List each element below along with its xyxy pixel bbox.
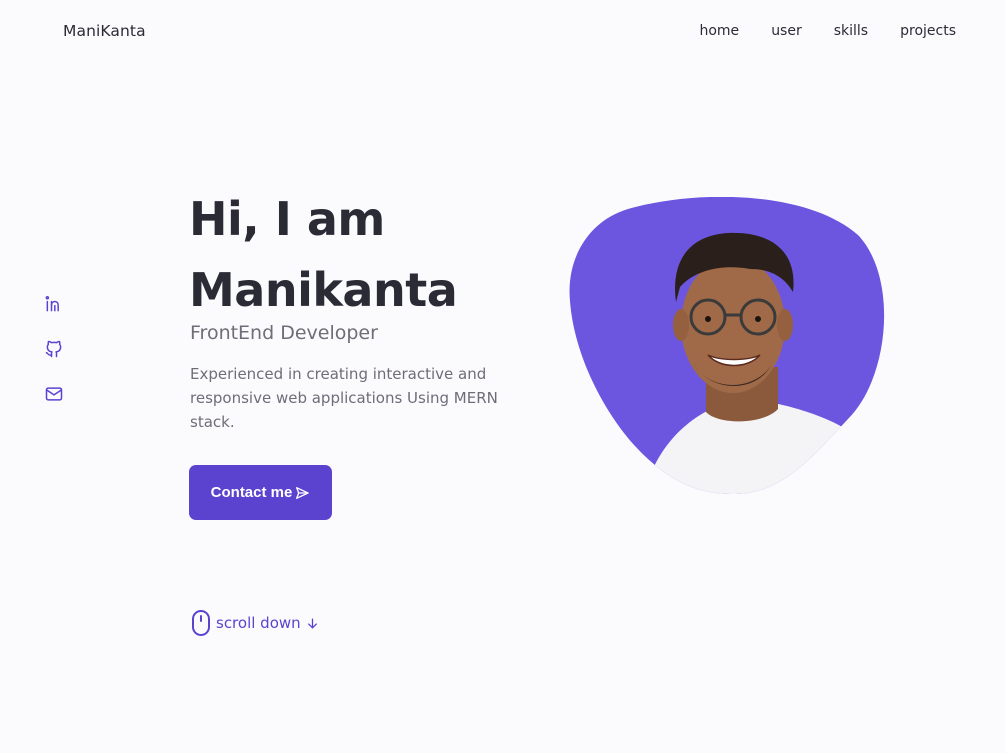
main-nav: home user skills projects: [699, 23, 956, 39]
profile-image: [569, 196, 885, 495]
nav-projects[interactable]: projects: [900, 23, 956, 39]
hero-title-line2: Manikanta: [189, 263, 458, 317]
nav-skills[interactable]: skills: [834, 23, 868, 39]
contact-button-label: Contact me: [210, 484, 293, 501]
profile-blob: [568, 196, 888, 497]
github-icon: [45, 340, 62, 358]
social-links: [43, 293, 65, 405]
hero-title-line1: Hi, I am: [189, 192, 385, 246]
send-icon: [296, 486, 310, 499]
nav-user[interactable]: user: [771, 23, 802, 39]
scroll-down-label: scroll down: [216, 614, 301, 632]
contact-button[interactable]: Contact me: [189, 465, 332, 520]
linkedin-link[interactable]: [43, 293, 65, 315]
hero-description: Experienced in creating interactive and …: [190, 365, 498, 431]
hero-subtitle: FrontEnd Developer: [190, 322, 378, 344]
github-link[interactable]: [43, 338, 65, 360]
hero-title: Hi, I am Manikanta: [189, 184, 458, 326]
site-logo[interactable]: ManiKanta: [63, 22, 146, 40]
portfolio-page: ManiKanta home user skills projects Hi, …: [0, 0, 1005, 753]
arrow-down-icon: [307, 618, 317, 628]
linkedin-icon: [45, 295, 59, 312]
mouse-icon: [192, 610, 210, 636]
mail-icon: [45, 387, 63, 401]
nav-home[interactable]: home: [699, 23, 739, 39]
scroll-down-link[interactable]: scroll down: [191, 609, 319, 637]
mail-link[interactable]: [43, 383, 65, 405]
site-header: ManiKanta home user skills projects: [0, 0, 1005, 62]
